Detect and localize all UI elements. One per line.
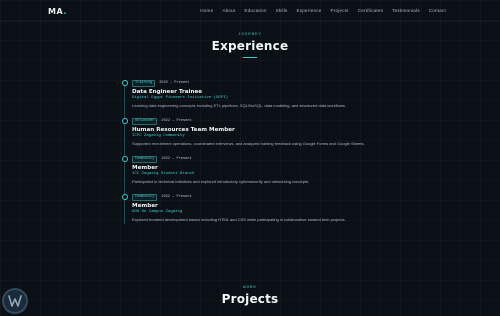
organization: ICC Zagazig Student Branch: [132, 171, 195, 176]
role-title: Member: [132, 202, 158, 209]
date-range: 2022 – Present: [161, 195, 192, 199]
nav-link-experience[interactable]: Experience: [297, 8, 322, 13]
nav-link-home[interactable]: Home: [200, 8, 213, 13]
logo-text: MA: [48, 7, 64, 16]
experience-title-underline: [243, 57, 257, 58]
projects-eyebrow: WORK: [243, 286, 257, 290]
nav-link-skills[interactable]: Skills: [276, 8, 288, 13]
navbar: MA. Home About Education Skills Experien…: [0, 0, 500, 22]
site-logo[interactable]: MA.: [48, 7, 67, 16]
timeline-dot-icon: [121, 80, 128, 86]
logo-dot: .: [63, 7, 67, 16]
w-logo-icon[interactable]: [2, 288, 28, 314]
role-title: Data Engineer Trainee: [132, 88, 203, 95]
organization: GDG On Campus Zagazig: [132, 209, 183, 214]
type-badge: Training: [132, 79, 156, 87]
timeline-line: [124, 82, 125, 224]
w-glyph-icon: [8, 295, 22, 307]
nav-link-education[interactable]: Education: [244, 8, 266, 13]
type-badge: Community: [132, 193, 158, 201]
nav-link-certificates[interactable]: Certificates: [358, 8, 383, 13]
timeline-dot-icon: [121, 156, 128, 162]
description: Supported recruitment operations, coordi…: [132, 140, 365, 146]
timeline-dot-icon: [121, 118, 128, 124]
timeline-dot-icon: [121, 194, 128, 200]
date-range: 2025 – Present: [159, 81, 190, 85]
projects-title: Projects: [221, 292, 279, 306]
nav-link-testimonials[interactable]: Testimonials: [392, 8, 420, 13]
experience-title: Experience: [211, 39, 289, 53]
nav-links: Home About Education Skills Experience P…: [200, 8, 446, 13]
date-range: 2022 – Present: [161, 119, 192, 123]
description: Explored frontend development basics inc…: [132, 216, 346, 222]
experience-eyebrow: JOURNEY: [238, 33, 262, 37]
role-title: Human Resources Team Member: [132, 126, 235, 133]
nav-link-projects[interactable]: Projects: [330, 8, 348, 13]
type-badge: Volunteer: [132, 117, 158, 125]
date-range: 2022 – Present: [161, 157, 192, 161]
nav-link-about[interactable]: About: [222, 8, 235, 13]
role-title: Member: [132, 164, 158, 171]
type-badge: Community: [132, 155, 158, 163]
description: Learning data engineering concepts inclu…: [132, 102, 346, 108]
organization: ICPC Zagazig Community: [132, 133, 185, 138]
description: Participated in technical initiatives an…: [132, 178, 310, 184]
nav-link-contact[interactable]: Contact: [429, 8, 446, 13]
organization: Digital Egypt Pioneers Initiative (DEPI): [132, 95, 229, 100]
